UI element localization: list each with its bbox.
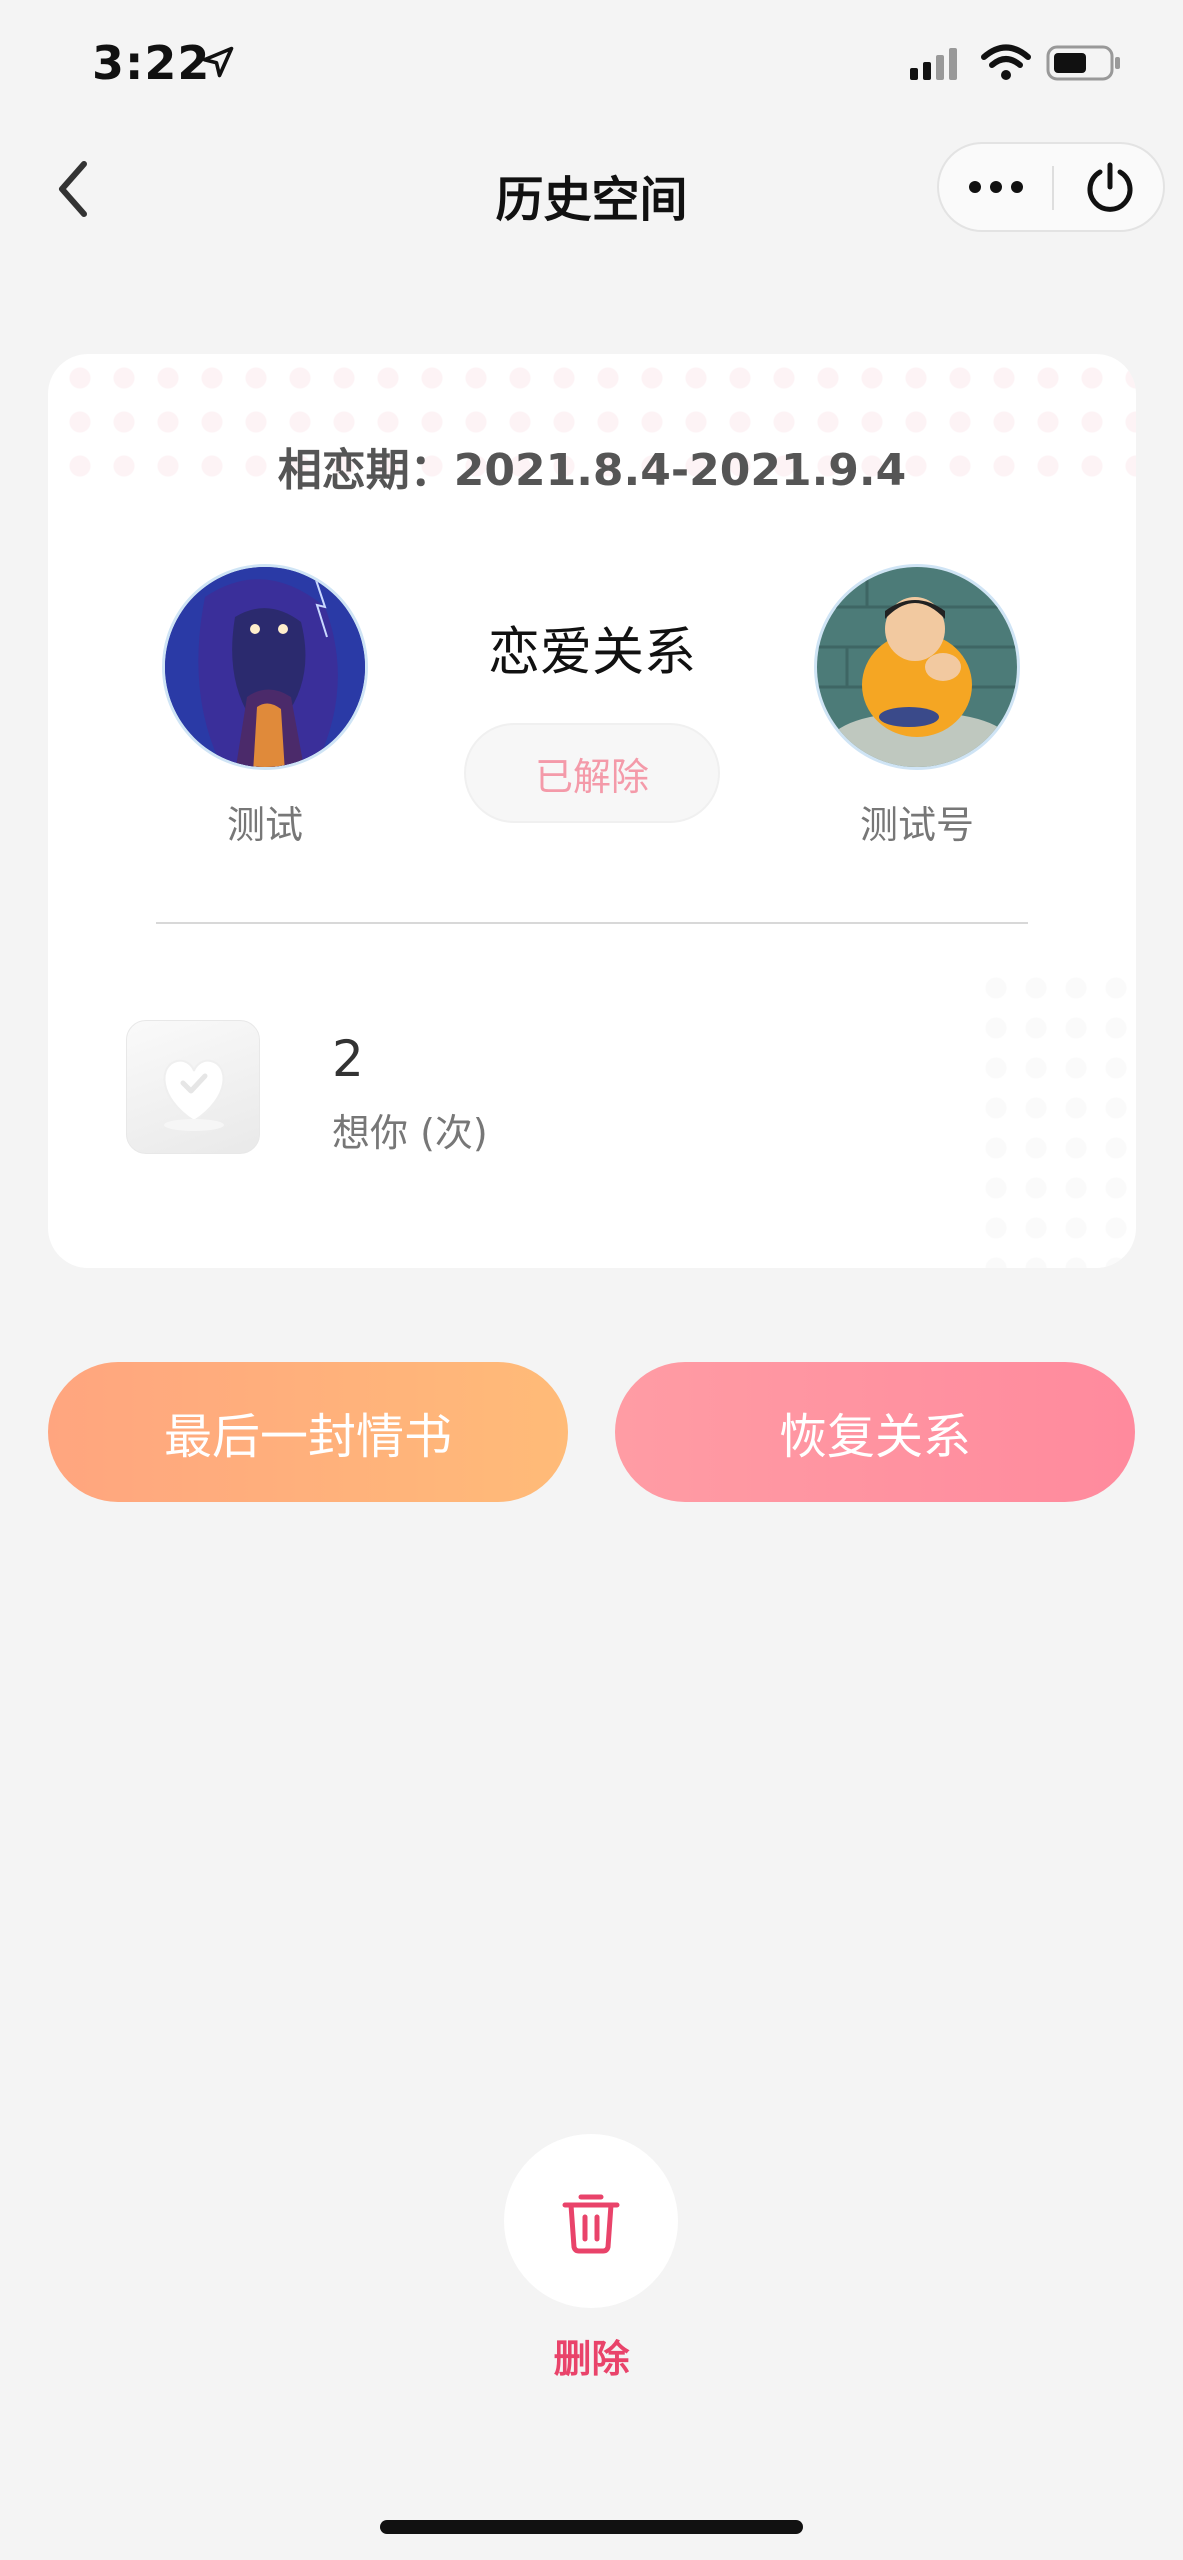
relation-block: 恋爱关系 已解除 — [442, 610, 742, 823]
last-love-letter-button[interactable]: 最后一封情书 — [48, 1362, 568, 1502]
status-time: 3:22 — [92, 36, 211, 90]
avatar-fantasy-image — [165, 567, 365, 767]
home-indicator[interactable] — [380, 2520, 803, 2534]
right-person[interactable]: 测试号 — [802, 564, 1032, 849]
more-button[interactable] — [939, 144, 1052, 230]
close-button[interactable] — [1054, 144, 1165, 230]
card-pattern-corner — [976, 968, 1136, 1268]
stat-icon-box — [126, 1020, 260, 1154]
location-arrow-icon — [202, 46, 234, 78]
avatar[interactable] — [162, 564, 368, 770]
status-bar: 3:22 — [0, 0, 1183, 130]
stat-value: 2 — [332, 1030, 364, 1088]
love-period: 相恋期：2021.8.4-2021.9.4 — [48, 434, 1136, 498]
stat-label: 想你 (次) — [332, 1111, 488, 1155]
more-dots-icon — [968, 181, 1023, 193]
avatar[interactable] — [814, 564, 1020, 770]
delete-label[interactable]: 删除 — [0, 2328, 1183, 2383]
relation-status-badge: 已解除 — [464, 723, 720, 823]
cellular-signal-icon — [910, 48, 957, 80]
card-divider — [156, 922, 1028, 924]
wifi-icon — [981, 44, 1031, 80]
relationship-card: 相恋期：2021.8.4-2021.9.4 测试 恋爱关系 已解除 测试号 2 … — [48, 354, 1136, 1268]
left-person-name: 测试 — [226, 803, 303, 847]
restore-relationship-button[interactable]: 恢复关系 — [615, 1362, 1135, 1502]
mini-program-capsule — [937, 142, 1165, 232]
power-icon — [1087, 162, 1132, 212]
trash-icon — [562, 2194, 620, 2254]
avatar-cartoon-image — [817, 567, 1017, 767]
period-label: 相恋期： — [277, 445, 454, 496]
left-person[interactable]: 测试 — [150, 564, 380, 849]
right-person-name: 测试号 — [859, 803, 974, 847]
nav-bar: 历史空间 — [0, 130, 1183, 250]
period-value: 2021.8.4-2021.9.4 — [453, 445, 907, 496]
relation-title: 恋爱关系 — [487, 623, 696, 683]
delete-button[interactable] — [504, 2134, 678, 2308]
miss-you-stat: 2 想你 (次) — [126, 1020, 726, 1156]
screen: 3:22 历史空间 相恋期：2021.8.4-2021.9.4 测试 恋爱关系 … — [0, 0, 1183, 2560]
battery-icon — [1046, 45, 1120, 81]
heart-stamp-icon — [163, 1059, 225, 1131]
